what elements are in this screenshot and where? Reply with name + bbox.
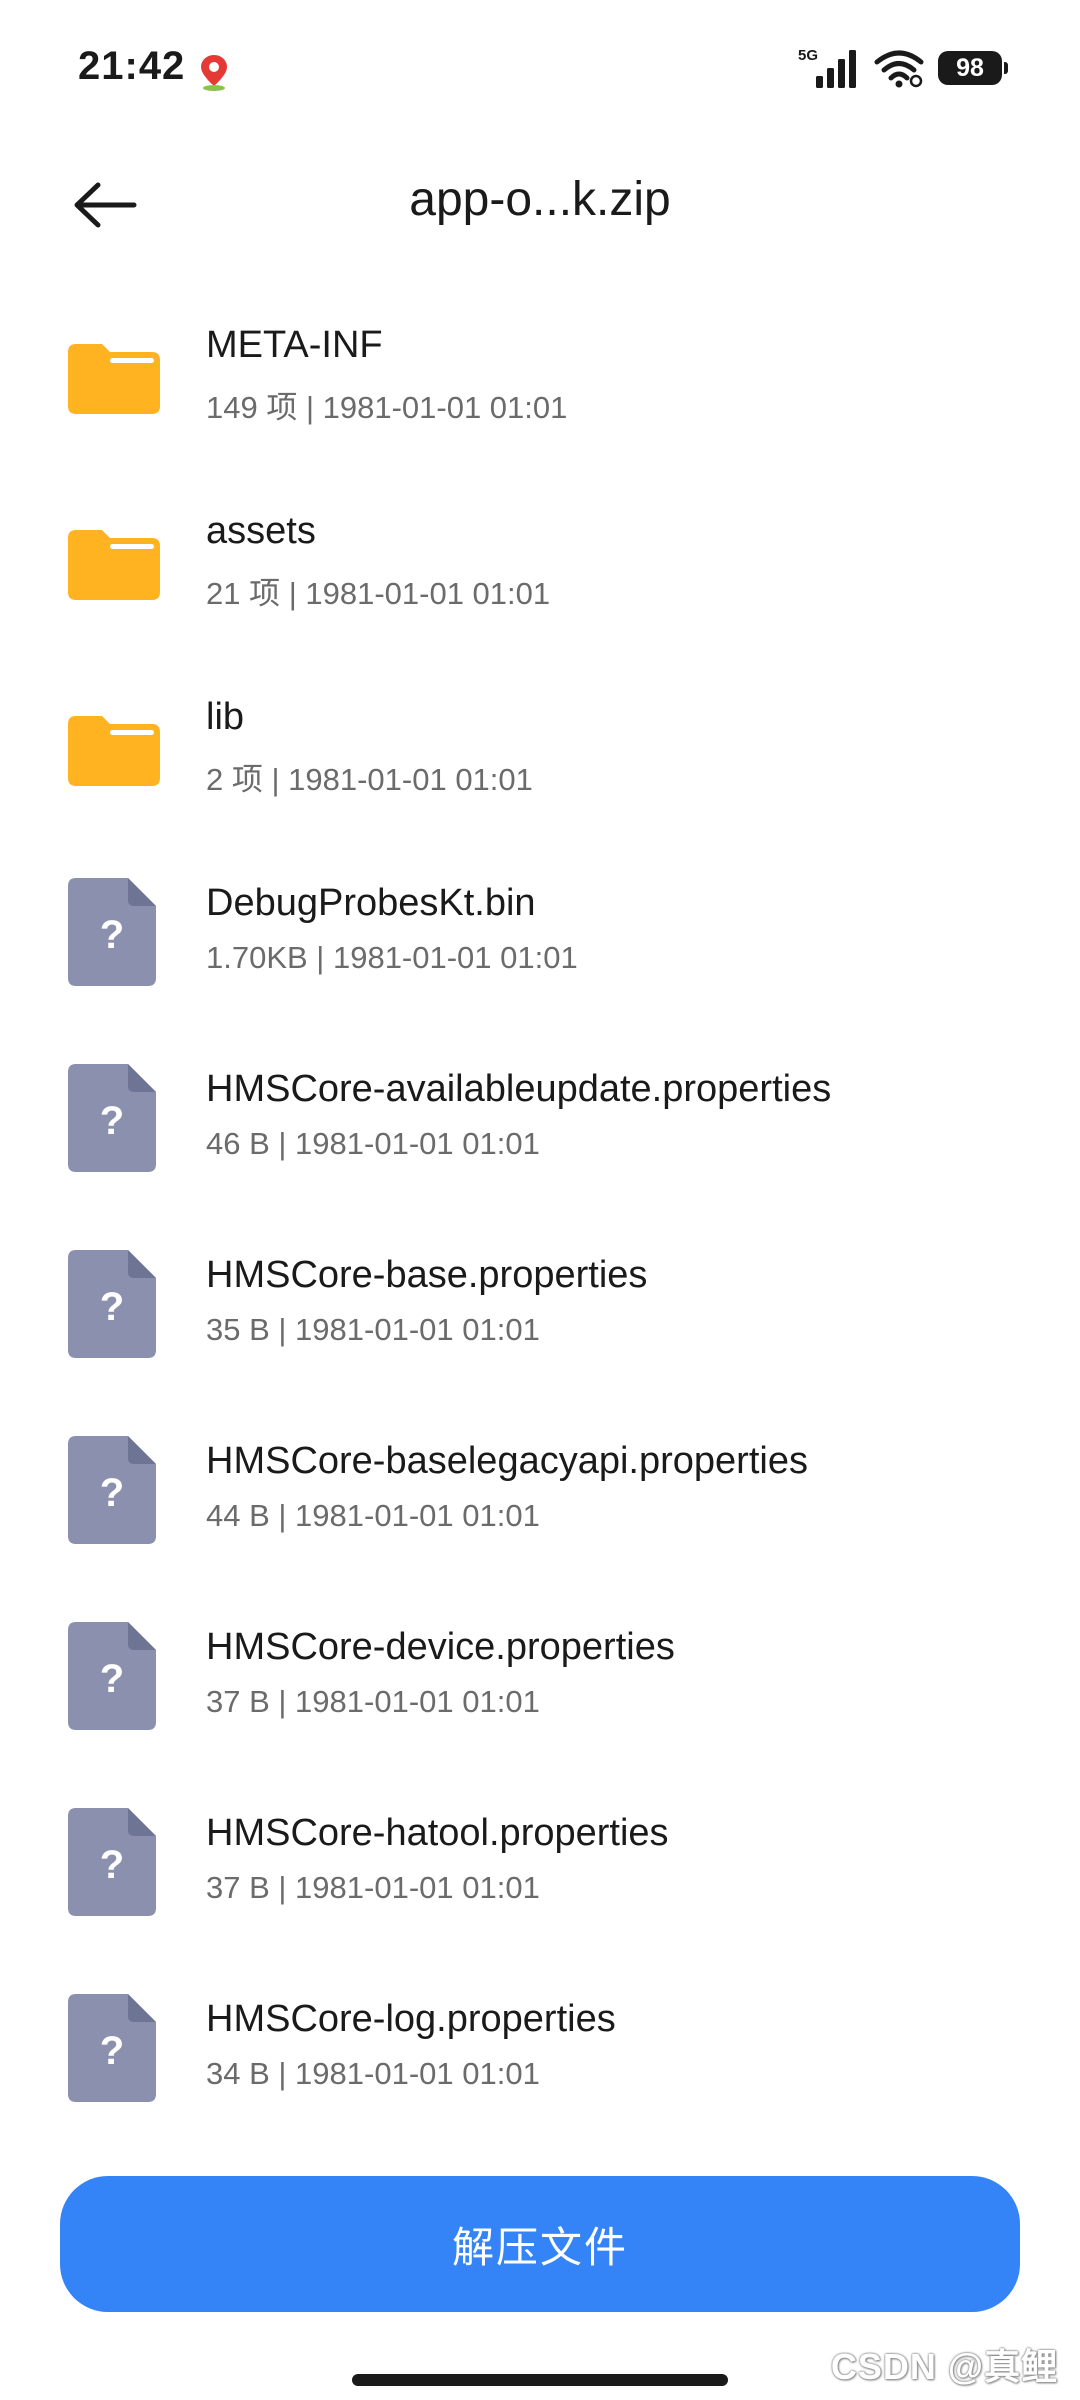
list-item[interactable]: assets 21 项 | 1981-01-01 01:01 [0, 476, 1080, 662]
home-indicator[interactable] [352, 2374, 728, 2386]
header: app-o...k.zip [0, 150, 1080, 260]
file-meta: 35 B | 1981-01-01 01:01 [206, 1312, 540, 1347]
file-name: lib [206, 696, 245, 738]
list-item[interactable]: ? HMSCore-baselegacyapi.properties 44 B … [0, 1406, 1080, 1592]
list-item[interactable]: ? HMSCore-log.properties 34 B | 1981-01-… [0, 1964, 1080, 2150]
list-item[interactable]: ? DebugProbesKt.bin 1.70KB | 1981-01-01 … [0, 848, 1080, 1034]
wifi-icon [874, 50, 924, 88]
page-title: app-o...k.zip [409, 173, 671, 226]
extract-button[interactable]: 解压文件 [60, 2176, 1020, 2312]
battery-indicator: 98 [938, 51, 1008, 85]
list-item[interactable]: ? HMSCore-base.properties 35 B | 1981-01… [0, 1220, 1080, 1406]
svg-text:?: ? [100, 1285, 124, 1329]
location-pin-icon [201, 55, 227, 91]
file-name: HMSCore-baselegacyapi.properties [206, 1440, 808, 1482]
status-time: 21:42 [78, 44, 186, 88]
svg-text:?: ? [100, 1657, 124, 1701]
svg-text:?: ? [100, 1471, 124, 1515]
status-bar: 21:42 5G 98 [0, 0, 1080, 130]
unknown-file-icon: ? [68, 878, 156, 986]
file-meta: 1.70KB | 1981-01-01 01:01 [206, 940, 578, 975]
list-item[interactable]: ? HMSCore-availableupdate.properties 46 … [0, 1034, 1080, 1220]
svg-text:?: ? [100, 913, 124, 957]
file-meta: 2 项 | 1981-01-01 01:01 [206, 762, 533, 797]
file-meta: 44 B | 1981-01-01 01:01 [206, 1498, 540, 1533]
list-item[interactable]: ? HMSCore-device.properties 37 B | 1981-… [0, 1592, 1080, 1778]
file-name: assets [206, 510, 316, 552]
unknown-file-icon: ? [68, 1250, 156, 1358]
svg-text:?: ? [100, 2029, 124, 2073]
file-meta: 149 项 | 1981-01-01 01:01 [206, 390, 568, 425]
file-name: HMSCore-device.properties [206, 1626, 675, 1668]
signal-icon: 5G [798, 47, 856, 88]
folder-icon [68, 530, 160, 600]
file-meta: 37 B | 1981-01-01 01:01 [206, 1684, 540, 1719]
file-name: HMSCore-base.properties [206, 1254, 648, 1296]
network-type: 5G [798, 47, 818, 64]
status-icons: 5G 98 [798, 44, 1008, 92]
file-meta: 34 B | 1981-01-01 01:01 [206, 2056, 540, 2091]
file-name: HMSCore-log.properties [206, 1998, 616, 2040]
file-name: HMSCore-availableupdate.properties [206, 1068, 832, 1110]
svg-text:?: ? [100, 1843, 124, 1887]
file-manager-screen: 21:42 5G 98 app-o...k.zip META-INF 149 项… [0, 0, 1080, 2400]
file-meta: 46 B | 1981-01-01 01:01 [206, 1126, 540, 1161]
svg-text:?: ? [100, 1099, 124, 1143]
folder-icon [68, 344, 160, 414]
list-item[interactable]: lib 2 项 | 1981-01-01 01:01 [0, 662, 1080, 848]
watermark: CSDN @真鲤 [830, 2346, 1058, 2387]
list-item[interactable]: META-INF 149 项 | 1981-01-01 01:01 [0, 290, 1080, 476]
unknown-file-icon: ? [68, 1064, 156, 1172]
file-meta: 37 B | 1981-01-01 01:01 [206, 1870, 540, 1905]
file-name: HMSCore-hatool.properties [206, 1812, 669, 1854]
file-list: META-INF 149 项 | 1981-01-01 01:01 assets… [0, 290, 1080, 2150]
list-item[interactable]: ? HMSCore-hatool.properties 37 B | 1981-… [0, 1778, 1080, 1964]
unknown-file-icon: ? [68, 1436, 156, 1544]
unknown-file-icon: ? [68, 1994, 156, 2102]
folder-icon [68, 716, 160, 786]
unknown-file-icon: ? [68, 1808, 156, 1916]
file-name: DebugProbesKt.bin [206, 882, 536, 924]
file-name: META-INF [206, 324, 383, 366]
unknown-file-icon: ? [68, 1622, 156, 1730]
file-meta: 21 项 | 1981-01-01 01:01 [206, 576, 551, 611]
